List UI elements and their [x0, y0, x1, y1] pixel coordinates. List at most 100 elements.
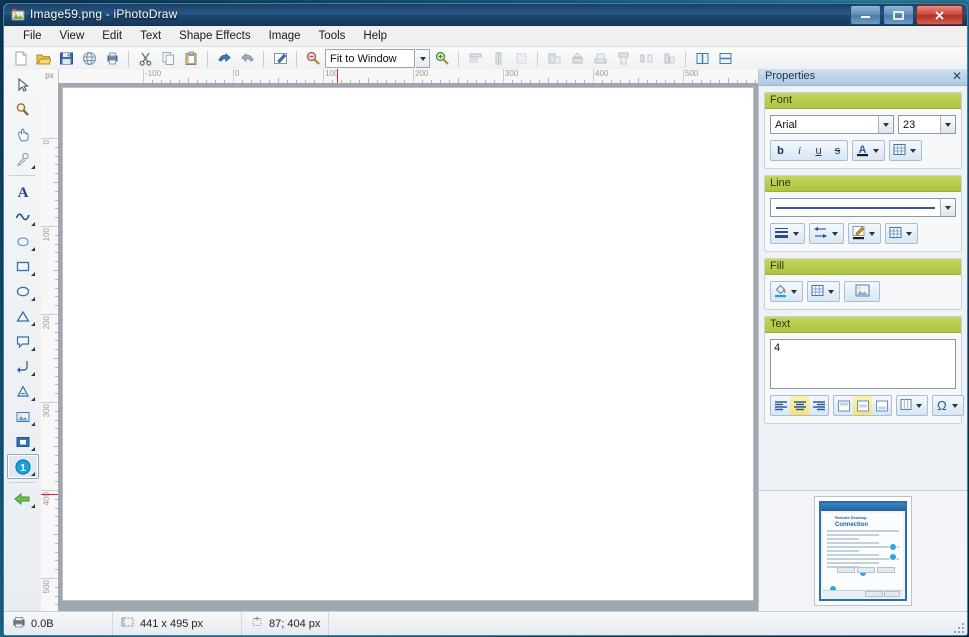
align-fit-icon[interactable] [510, 48, 532, 70]
save-web-icon[interactable] [78, 48, 100, 70]
zoom-dropdown-arrow-icon[interactable] [416, 49, 430, 68]
ellipse-tool[interactable] [7, 279, 39, 304]
polygon-text-tool[interactable] [7, 379, 39, 404]
distribute-v-icon[interactable] [658, 48, 680, 70]
zoom-out-icon[interactable] [302, 48, 324, 70]
resize-grip[interactable] [952, 621, 964, 633]
grid-v-icon[interactable] [691, 48, 713, 70]
mask-tool[interactable] [7, 429, 39, 454]
ungroup-icon[interactable] [566, 48, 588, 70]
align-center-icon[interactable] [487, 48, 509, 70]
zoom-in-icon[interactable] [431, 48, 453, 70]
print-icon[interactable] [101, 48, 123, 70]
magnifier-tool[interactable] [7, 97, 39, 122]
eyedropper-tool[interactable] [7, 147, 39, 172]
italic-button[interactable]: i [790, 141, 809, 160]
line-arrow-button[interactable] [809, 223, 844, 244]
grid-h-icon[interactable] [714, 48, 736, 70]
chevron-down-icon[interactable] [828, 290, 834, 294]
freeform-tool[interactable] [7, 229, 39, 254]
cut-icon[interactable] [134, 48, 156, 70]
strikethrough-button[interactable]: s [828, 141, 847, 160]
chevron-down-icon[interactable] [873, 149, 879, 153]
bold-button[interactable]: b [771, 141, 790, 160]
paste-icon[interactable] [180, 48, 202, 70]
zoom-level-combo[interactable]: Fit to Window [325, 49, 415, 68]
font-family-select[interactable]: Arial [770, 115, 894, 134]
image-canvas[interactable] [62, 87, 754, 601]
vertical-ruler[interactable]: 0100200300400500 [41, 83, 59, 611]
image-tool[interactable] [7, 404, 39, 429]
hand-tool[interactable] [7, 122, 39, 147]
group-icon[interactable] [543, 48, 565, 70]
new-icon[interactable] [9, 48, 31, 70]
chevron-down-icon[interactable] [952, 404, 958, 408]
menu-help[interactable]: Help [354, 27, 396, 46]
minimize-button[interactable] [850, 5, 881, 25]
text-content-input[interactable]: 4 [770, 339, 956, 389]
chevron-down-icon[interactable] [916, 404, 922, 408]
fill-image-button[interactable] [844, 281, 880, 302]
valign-bottom-button[interactable] [872, 396, 891, 415]
curve-tool[interactable] [7, 204, 39, 229]
distribute-h-icon[interactable] [635, 48, 657, 70]
arrow-style-icon [812, 225, 829, 243]
copy-icon[interactable] [157, 48, 179, 70]
rectangle-tool[interactable] [7, 254, 39, 279]
arrow-tool[interactable] [7, 486, 39, 511]
maximize-button[interactable] [883, 5, 914, 25]
line-style-select[interactable] [770, 198, 956, 217]
redo-icon[interactable] [236, 48, 258, 70]
align-right-button[interactable] [809, 396, 828, 415]
line-weight-button[interactable] [770, 223, 805, 244]
open-icon[interactable] [32, 48, 54, 70]
triangle-tool[interactable] [7, 304, 39, 329]
align-left-icon[interactable] [464, 48, 486, 70]
font-size-select[interactable]: 23 [898, 115, 956, 134]
fill-pattern-button[interactable] [807, 281, 840, 302]
menu-shape-effects[interactable]: Shape Effects [170, 27, 259, 46]
text-tool[interactable]: A [7, 179, 39, 204]
line-arc-tool[interactable] [7, 354, 39, 379]
text-table-button[interactable] [896, 395, 928, 416]
chevron-down-icon[interactable] [906, 232, 912, 236]
image-preview-thumbnail[interactable]: Remote Desktop Connection [814, 496, 912, 606]
font-pattern-button[interactable] [889, 140, 922, 161]
canvas-area[interactable] [58, 83, 758, 611]
font-color-button[interactable]: A [852, 140, 885, 161]
horizontal-ruler[interactable]: px -1000100200300400500600 [41, 69, 758, 84]
menu-tools[interactable]: Tools [310, 27, 355, 46]
text-symbol-button[interactable]: Ω [932, 395, 964, 416]
callout-tool[interactable] [7, 329, 39, 354]
close-button[interactable] [916, 5, 963, 25]
undo-icon[interactable] [213, 48, 235, 70]
align-center-button[interactable] [790, 396, 809, 415]
chevron-down-icon[interactable] [832, 232, 838, 236]
menu-file[interactable]: File [14, 27, 51, 46]
valign-top-button[interactable] [834, 396, 853, 415]
chevron-down-icon[interactable] [869, 232, 875, 236]
send-back-icon[interactable] [612, 48, 634, 70]
chevron-down-icon[interactable] [791, 290, 797, 294]
valign-middle-button[interactable] [853, 396, 872, 415]
chevron-down-icon[interactable] [940, 199, 955, 216]
close-icon[interactable]: ✕ [952, 70, 962, 83]
fill-color-button[interactable] [770, 281, 803, 302]
menu-image[interactable]: Image [260, 27, 310, 46]
save-icon[interactable] [55, 48, 77, 70]
number-callout-tool[interactable]: 1 [7, 454, 39, 479]
align-left-button[interactable] [771, 396, 790, 415]
line-pattern-button[interactable] [885, 223, 918, 244]
chevron-down-icon[interactable] [793, 232, 799, 236]
menu-edit[interactable]: Edit [93, 27, 131, 46]
edit-icon[interactable] [269, 48, 291, 70]
chevron-down-icon[interactable] [910, 149, 916, 153]
line-color-button[interactable] [848, 223, 881, 244]
menu-text[interactable]: Text [131, 27, 170, 46]
chevron-down-icon[interactable] [940, 116, 955, 133]
chevron-down-icon[interactable] [878, 116, 893, 133]
menu-view[interactable]: View [51, 27, 94, 46]
underline-button[interactable]: u [809, 141, 828, 160]
pointer-tool[interactable] [7, 72, 39, 97]
bring-front-icon[interactable] [589, 48, 611, 70]
